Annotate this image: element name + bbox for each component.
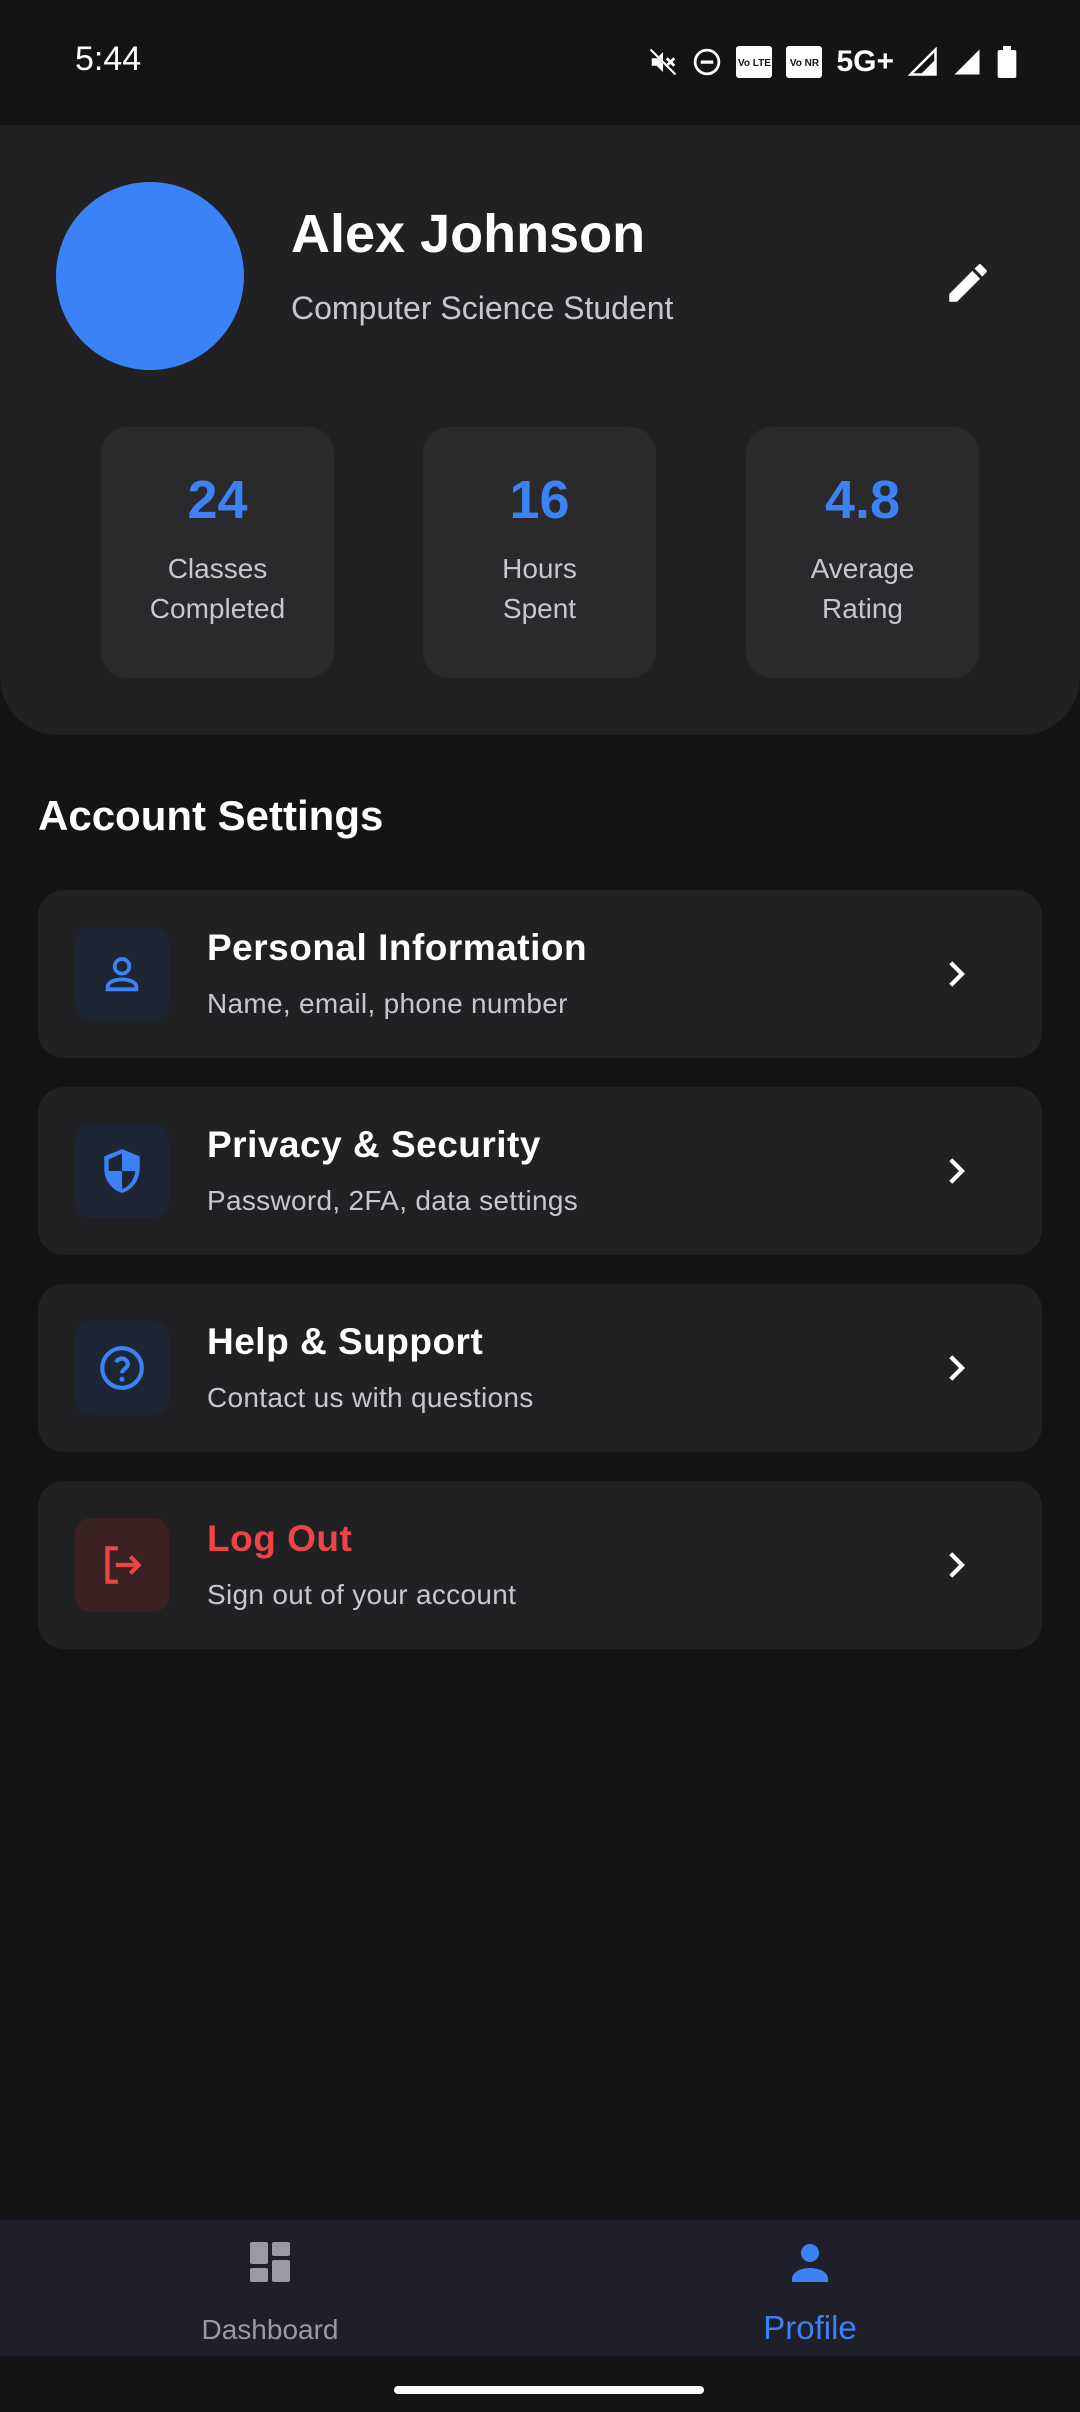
setting-title: Log Out xyxy=(207,1518,353,1559)
profile-icon xyxy=(786,2238,834,2291)
status-time: 5:44 xyxy=(75,40,142,78)
setting-privacy-security[interactable]: Privacy & Security Password, 2FA, data s… xyxy=(38,1087,1042,1255)
status-bar: 5:44 Vo LTE Vo NR 5G+ xyxy=(0,0,1080,125)
signal-icon-2 xyxy=(952,47,982,77)
volte-icon: Vo LTE xyxy=(736,46,773,78)
gesture-handle[interactable] xyxy=(394,2386,704,2394)
help-icon xyxy=(75,1321,169,1415)
setting-title: Personal Information xyxy=(207,927,588,968)
setting-title: Privacy & Security xyxy=(207,1124,541,1165)
pencil-icon xyxy=(949,264,987,302)
battery-icon xyxy=(996,46,1018,78)
stat-value: 4.8 xyxy=(824,470,901,530)
chevron-right-icon xyxy=(934,1149,978,1193)
profile-header-card: Alex Johnson Computer Science Student 24… xyxy=(0,125,1080,735)
do-not-disturb-icon xyxy=(692,47,722,77)
setting-subtitle: Sign out of your account xyxy=(207,1579,517,1610)
edit-profile-button[interactable] xyxy=(930,245,1006,321)
shield-icon xyxy=(75,1124,169,1218)
stat-average-rating: 4.8 Average Rating xyxy=(746,427,979,678)
chevron-right-icon xyxy=(934,1346,978,1390)
avatar[interactable] xyxy=(56,182,244,370)
nav-label-dashboard: Dashboard xyxy=(201,2314,339,2345)
mute-icon xyxy=(648,47,678,77)
nav-label-profile: Profile xyxy=(763,2309,857,2346)
setting-subtitle: Contact us with questions xyxy=(207,1382,534,1413)
stat-label: Average Rating xyxy=(810,553,915,624)
nav-item-dashboard[interactable]: Dashboard xyxy=(0,2220,540,2356)
signal-icon xyxy=(908,47,938,77)
setting-title: Help & Support xyxy=(207,1321,484,1362)
network-type: 5G+ xyxy=(836,45,894,78)
bottom-navigation: Dashboard Profile xyxy=(0,2220,1080,2356)
setting-subtitle: Password, 2FA, data settings xyxy=(207,1185,579,1216)
stat-classes-completed: 24 Classes Completed xyxy=(101,427,334,678)
chevron-right-icon xyxy=(934,1543,978,1587)
setting-log-out[interactable]: Log Out Sign out of your account xyxy=(38,1481,1042,1649)
stat-label: Classes Completed xyxy=(149,553,286,624)
dashboard-icon xyxy=(246,2238,294,2291)
stat-hours-spent: 16 Hours Spent xyxy=(423,427,656,678)
profile-screen: 5:44 Vo LTE Vo NR 5G+ Alex Johnson Compu… xyxy=(0,0,1080,2412)
logout-icon xyxy=(75,1518,169,1612)
setting-help-support[interactable]: Help & Support Contact us with questions xyxy=(38,1284,1042,1452)
stat-value: 16 xyxy=(509,470,570,530)
status-icons: Vo LTE Vo NR 5G+ xyxy=(648,42,1018,82)
section-title-account-settings: Account Settings xyxy=(38,792,384,839)
person-icon xyxy=(75,927,169,1021)
vonr-icon: Vo NR xyxy=(786,46,823,78)
setting-subtitle: Name, email, phone number xyxy=(207,988,568,1019)
nav-item-profile[interactable]: Profile xyxy=(540,2220,1080,2356)
profile-name: Alex Johnson xyxy=(291,204,646,264)
chevron-right-icon xyxy=(934,952,978,996)
setting-personal-information[interactable]: Personal Information Name, email, phone … xyxy=(38,890,1042,1058)
stat-label: Hours Spent xyxy=(502,553,577,624)
profile-role: Computer Science Student xyxy=(291,290,674,326)
stat-value: 24 xyxy=(187,470,248,530)
